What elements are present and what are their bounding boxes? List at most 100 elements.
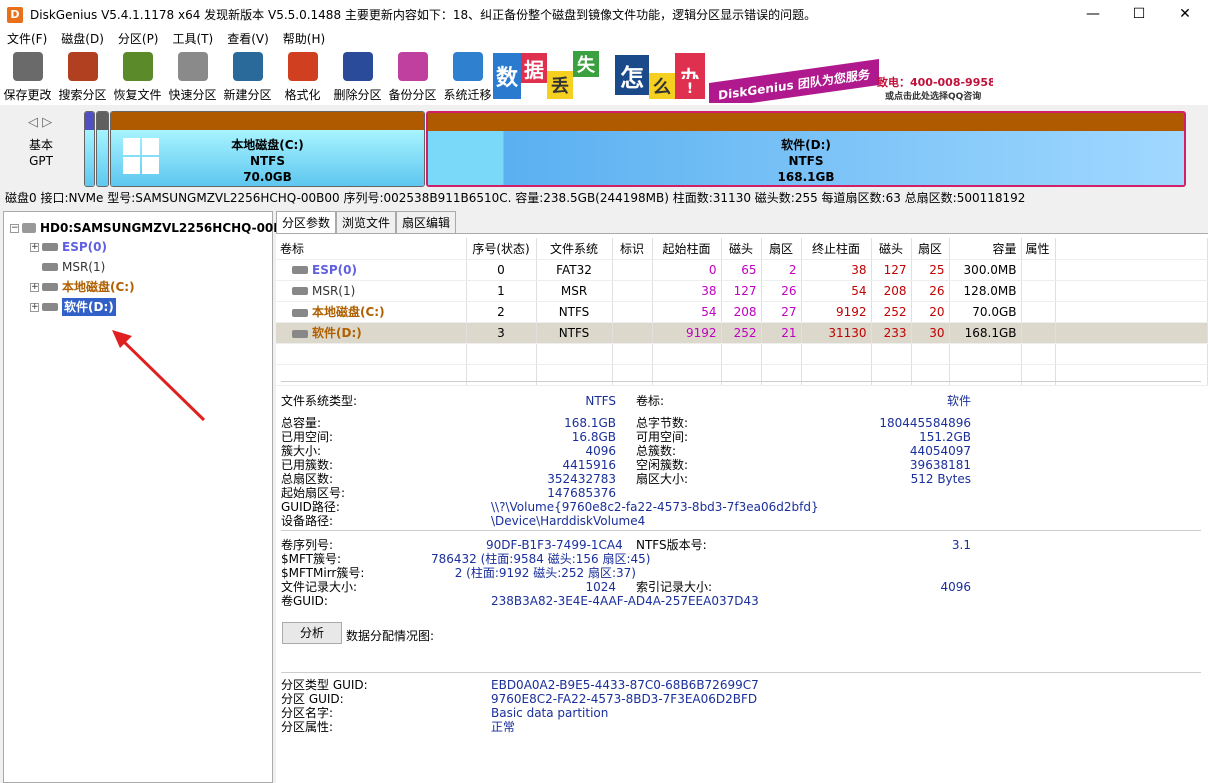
banner-char: 据: [521, 53, 547, 83]
search-button[interactable]: 搜索分区: [55, 49, 110, 103]
analyze-button[interactable]: 分析: [282, 622, 342, 644]
menu-view[interactable]: 查看(V): [220, 29, 276, 49]
format-button[interactable]: 格式化: [275, 49, 330, 103]
table-row[interactable]: MSR(1) 1 MSR 38 127 26 54 208 26 128.0MB: [276, 280, 1208, 302]
new-partition-button[interactable]: 新建分区: [220, 49, 275, 103]
banner-char: !: [675, 79, 705, 99]
partition-c-name: 本地磁盘(C:): [231, 138, 304, 152]
expand-icon[interactable]: +: [30, 242, 39, 252]
partition-table: 卷标 序号(状态) 文件系统 标识 起始柱面 磁头 扇区 终止柱面 磁头 扇区 …: [276, 238, 1208, 386]
promo-banner[interactable]: 数 据 丢 失 怎 么 办 ! DiskGenius 团队为您服务 致电：400…: [493, 49, 993, 103]
collapse-icon[interactable]: −: [10, 223, 19, 233]
migrate-icon: [452, 52, 483, 81]
banner-char: 丢: [547, 71, 573, 99]
menu-file[interactable]: 文件(F): [0, 29, 54, 49]
partition-icon: [42, 263, 58, 271]
detail-field: 9760E8C2-FA22-4573-8BD3-7F3EA06D2BFD: [491, 692, 758, 706]
menu-partition[interactable]: 分区(P): [111, 29, 166, 49]
maximize-button[interactable]: ☐: [1116, 0, 1162, 29]
detail-field: 4096: [940, 580, 971, 594]
detail-field: 168.1GB: [564, 416, 616, 430]
tab-browse-files[interactable]: 浏览文件: [336, 211, 397, 233]
banner-qq: 或点击此处选择QQ咨询: [885, 92, 982, 102]
table-row: [276, 343, 1208, 365]
tab-partition-params[interactable]: 分区参数: [276, 211, 337, 233]
minimize-button[interactable]: —: [1070, 0, 1116, 29]
detail-field: 已用簇数:: [281, 458, 334, 472]
menu-help[interactable]: 帮助(H): [276, 29, 332, 49]
banner-phone: 致电：400-008-9958: [877, 76, 993, 89]
partition-icon: [42, 283, 58, 291]
save-icon: [12, 52, 43, 81]
partition-d-fs: NTFS: [788, 154, 824, 168]
recover-icon: [122, 52, 153, 81]
detail-field: 分区 GUID:: [281, 692, 344, 706]
detail-field: 512 Bytes: [910, 472, 971, 486]
backup-button[interactable]: 备份分区: [385, 49, 440, 103]
save-button[interactable]: 保存更改: [0, 49, 55, 103]
disk-tree: − HD0:SAMSUNGMZVL2256HCHQ-00B + ESP(0) M…: [3, 211, 282, 783]
partition-icon: [292, 308, 308, 317]
detail-field: $MFT簇号:: [281, 552, 342, 566]
search-icon: [67, 52, 98, 81]
detail-field: 分区属性:: [281, 720, 334, 734]
tree-item-msr[interactable]: MSR(1): [30, 258, 105, 276]
detail-field: 总容量:: [281, 416, 322, 430]
tree-item-c[interactable]: + 本地磁盘(C:): [30, 278, 135, 296]
tree-item-d[interactable]: + 软件(D:): [30, 298, 116, 316]
partition-msr-block[interactable]: [96, 111, 109, 187]
detail-field: 索引记录大小:: [636, 580, 713, 594]
detail-field: 起始扇区号:: [281, 486, 346, 500]
close-button[interactable]: ✕: [1162, 0, 1208, 29]
banner-char: 数: [493, 53, 521, 99]
detail-field: 卷序列号:: [281, 538, 334, 552]
partition-d-size: 168.1GB: [777, 170, 835, 184]
recover-button[interactable]: 恢复文件: [110, 49, 165, 103]
table-row[interactable]: 软件(D:) 3 NTFS 9192 252 21 31130 233 30 168.1GB: [276, 322, 1208, 344]
detail-field: 分区类型 GUID:: [281, 678, 368, 692]
detail-field: 可用空间:: [636, 430, 689, 444]
backup-icon: [397, 52, 428, 81]
detail-field: 卷标:: [636, 394, 665, 408]
detail-field: 文件记录大小:: [281, 580, 358, 594]
menu-disk[interactable]: 磁盘(D): [54, 29, 111, 49]
expand-icon[interactable]: +: [30, 282, 39, 292]
toolbar-label: 搜索分区: [58, 88, 107, 102]
banner-char: 失: [573, 51, 599, 77]
partition-icon: [42, 243, 58, 251]
detail-field: \\?\Volume{9760e8c2-fa22-4573-8bd3-7f3ea…: [491, 500, 819, 514]
table-row[interactable]: ESP(0) 0 FAT32 0 65 2 38 127 25 300.0MB: [276, 259, 1208, 281]
delete-icon: [342, 52, 373, 81]
table-row[interactable]: 本地磁盘(C:) 2 NTFS 54 208 27 9192 252 20 70.0GB: [276, 301, 1208, 323]
migrate-button[interactable]: 系统迁移: [440, 49, 495, 103]
disk-info-bar: 磁盘0 接口:NVMe 型号:SAMSUNGMZVL2256HCHQ-00B00…: [0, 187, 1208, 209]
expand-icon[interactable]: +: [30, 302, 39, 312]
tree-item-esp[interactable]: + ESP(0): [30, 238, 107, 256]
tree-root-disk[interactable]: − HD0:SAMSUNGMZVL2256HCHQ-00B: [10, 219, 282, 237]
window-title: DiskGenius V5.4.1.1178 x64 发现新版本 V5.5.0.…: [30, 8, 817, 22]
partition-c-fs: NTFS: [249, 154, 286, 168]
detail-field: NTFS: [585, 394, 616, 408]
detail-field: EBD0A0A2-B9E5-4433-87C0-68B6B72699C7: [491, 678, 759, 692]
delete-button[interactable]: 删除分区: [330, 49, 385, 103]
detail-field: Basic data partition: [491, 706, 609, 720]
hard-disk-icon: [22, 223, 36, 233]
disk-nav-arrows-icon[interactable]: ◁ ▷: [28, 115, 52, 130]
table-header: 卷标 序号(状态) 文件系统 标识 起始柱面 磁头 扇区 终止柱面 磁头 扇区 …: [276, 238, 1208, 260]
detail-field: 总扇区数:: [281, 472, 334, 486]
toolbar-label: 快速分区: [168, 88, 217, 102]
partition-d-block[interactable]: 软件(D:) NTFS 168.1GB: [426, 111, 1186, 187]
tab-sector-edit[interactable]: 扇区编辑: [396, 211, 457, 233]
toolbar-label: 系统迁移: [443, 88, 492, 102]
menu-tools[interactable]: 工具(T): [166, 29, 221, 49]
partition-esp-block[interactable]: [84, 111, 95, 187]
partition-c-block[interactable]: 本地磁盘(C:) NTFS 70.0GB: [110, 111, 425, 187]
title-bar: D DiskGenius V5.4.1.1178 x64 发现新版本 V5.5.…: [0, 0, 1208, 29]
detail-field: 44054097: [909, 444, 971, 458]
quick-partition-button[interactable]: 快速分区: [165, 49, 220, 103]
detail-field: 238B3A82-3E4E-4AAF-AD4A-257EEA037D43: [491, 594, 759, 608]
disk-map: ◁ ▷ 基本 GPT 本地磁盘(C:) NTFS 70.0GB 软件(D:) N…: [0, 105, 1208, 187]
detail-field: 软件: [946, 394, 971, 408]
annotation-arrow-icon: [112, 330, 206, 422]
tab-bar: 分区参数 浏览文件 扇区编辑: [276, 211, 1208, 234]
